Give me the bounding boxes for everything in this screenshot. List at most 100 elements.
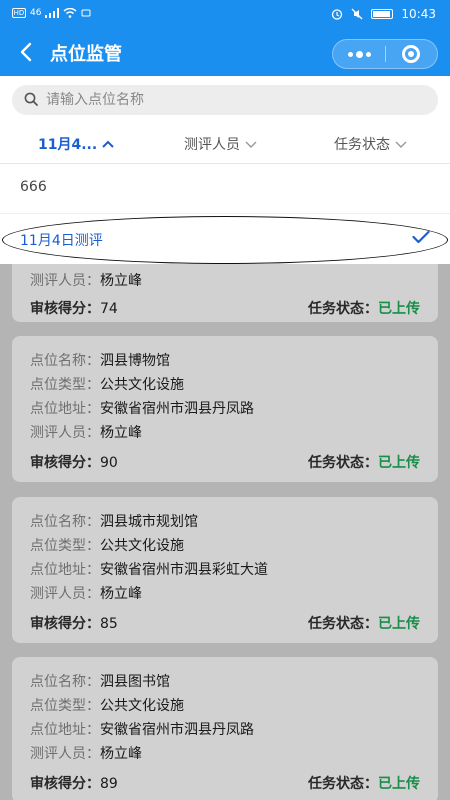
record-list: 测评人员：杨立峰 审核得分：74 任务状态：已上传 点位名称：泗县博物馆 点位类… <box>0 264 450 800</box>
name-value: 泗县城市规划馆 <box>100 514 198 530</box>
name-value: 泗县博物馆 <box>100 353 170 369</box>
person-label: 测评人员： <box>30 586 100 602</box>
address-value: 安徽省宿州市泗县彩虹大道 <box>100 562 268 578</box>
task-status-label: 任务状态： <box>308 616 378 632</box>
type-value: 公共文化设施 <box>100 538 184 554</box>
person-label: 测评人员： <box>30 425 100 441</box>
person-value: 杨立峰 <box>100 425 142 441</box>
search-bar <box>12 85 438 115</box>
record-card[interactable]: 测评人员：杨立峰 审核得分：74 任务状态：已上传 <box>12 264 438 322</box>
task-status-row: 任务状态：已上传 <box>308 452 420 472</box>
dot-icon <box>347 51 353 57</box>
dropdown-option[interactable]: 666 <box>0 164 450 214</box>
app-header: 点位监管 <box>0 30 450 76</box>
back-icon[interactable] <box>14 39 38 65</box>
score-label: 审核得分： <box>30 616 100 632</box>
type-row: 点位类型：公共文化设施 <box>30 695 184 715</box>
address-row: 点位地址：安徽省宿州市泗县丹凤路 <box>30 398 254 418</box>
type-row: 点位类型：公共文化设施 <box>30 374 184 394</box>
score-row: 审核得分：74 <box>30 298 118 318</box>
mute-icon <box>351 8 363 20</box>
name-label: 点位名称： <box>30 674 100 690</box>
name-label: 点位名称： <box>30 353 100 369</box>
filter-bar: 11月4... 测评人员 任务状态 <box>0 124 450 164</box>
filter-person[interactable]: 测评人员 <box>184 134 258 154</box>
address-row: 点位地址：安徽省宿州市泗县丹凤路 <box>30 719 254 739</box>
dropdown-option-selected[interactable]: 11月4日测评 <box>0 214 450 264</box>
task-status-badge: 已上传 <box>378 616 420 632</box>
task-status-row: 任务状态：已上传 <box>308 298 420 318</box>
score-value: 89 <box>100 776 118 792</box>
type-label: 点位类型： <box>30 698 100 714</box>
page-title: 点位监管 <box>50 44 122 65</box>
filter-status[interactable]: 任务状态 <box>334 134 408 154</box>
score-label: 审核得分： <box>30 776 100 792</box>
type-label: 点位类型： <box>30 377 100 393</box>
dot-icon <box>355 50 363 58</box>
dot-icon <box>365 51 371 57</box>
dropdown-option-label: 11月4日测评 <box>20 233 103 249</box>
score-value: 74 <box>100 301 118 317</box>
task-status-row: 任务状态：已上传 <box>308 773 420 793</box>
name-row: 点位名称：泗县图书馆 <box>30 671 170 691</box>
task-status-label: 任务状态： <box>308 301 378 317</box>
record-card[interactable]: 点位名称：泗县城市规划馆 点位类型：公共文化设施 点位地址：安徽省宿州市泗县彩虹… <box>12 497 438 643</box>
status-right: 10:43 <box>331 7 436 21</box>
status-left: HD 46 <box>12 8 91 18</box>
task-status-label: 任务状态： <box>308 455 378 471</box>
task-status-badge: 已上传 <box>378 455 420 471</box>
more-options-button[interactable] <box>333 40 385 68</box>
person-row: 测评人员：杨立峰 <box>30 583 142 603</box>
score-row: 审核得分：85 <box>30 613 118 633</box>
chevron-up-icon <box>102 140 114 148</box>
score-label: 审核得分： <box>30 301 100 317</box>
filter-date[interactable]: 11月4... <box>38 134 115 154</box>
hd-icon: HD <box>12 8 26 18</box>
chevron-down-icon <box>395 141 407 148</box>
date-dropdown: 666 11月4日测评 <box>0 164 450 264</box>
task-status-badge: 已上传 <box>378 776 420 792</box>
person-value: 杨立峰 <box>100 586 142 602</box>
person-value: 杨立峰 <box>100 273 142 289</box>
score-row: 审核得分：90 <box>30 452 118 472</box>
person-value: 杨立峰 <box>100 746 142 762</box>
target-icon <box>402 45 421 63</box>
record-card[interactable]: 点位名称：泗县图书馆 点位类型：公共文化设施 点位地址：安徽省宿州市泗县丹凤路 … <box>12 657 438 800</box>
score-row: 审核得分：89 <box>30 773 118 793</box>
address-label: 点位地址： <box>30 562 100 578</box>
person-row: 测评人员：杨立峰 <box>30 422 142 442</box>
check-icon <box>412 230 430 244</box>
name-row: 点位名称：泗县城市规划馆 <box>30 511 198 531</box>
person-label: 测评人员： <box>30 746 100 762</box>
signal-icon <box>45 8 60 18</box>
record-card[interactable]: 点位名称：泗县博物馆 点位类型：公共文化设施 点位地址：安徽省宿州市泗县丹凤路 … <box>12 336 438 482</box>
battery-icon <box>371 9 394 19</box>
person-row: 测评人员：杨立峰 <box>30 270 142 290</box>
address-label: 点位地址： <box>30 401 100 417</box>
close-miniprogram-button[interactable] <box>386 40 437 68</box>
person-label: 测评人员： <box>30 273 100 289</box>
address-label: 点位地址： <box>30 722 100 738</box>
name-row: 点位名称：泗县博物馆 <box>30 350 170 370</box>
task-status-badge: 已上传 <box>378 301 420 317</box>
search-icon <box>24 92 38 106</box>
type-row: 点位类型：公共文化设施 <box>30 535 184 555</box>
alarm-icon <box>332 9 343 20</box>
score-value: 85 <box>100 616 118 632</box>
type-value: 公共文化设施 <box>100 377 184 393</box>
bluetooth-icon <box>81 9 91 17</box>
type-label: 点位类型： <box>30 538 100 554</box>
search-input[interactable] <box>46 85 426 115</box>
chevron-down-icon <box>245 141 257 148</box>
status-bar: HD 46 10:43 <box>0 0 450 30</box>
filter-date-label: 11月4... <box>38 137 98 153</box>
address-value: 安徽省宿州市泗县丹凤路 <box>100 401 254 417</box>
network-label: 46 <box>30 8 42 18</box>
wifi-icon <box>63 8 77 18</box>
type-value: 公共文化设施 <box>100 698 184 714</box>
task-status-row: 任务状态：已上传 <box>308 613 420 633</box>
address-value: 安徽省宿州市泗县丹凤路 <box>100 722 254 738</box>
name-label: 点位名称： <box>30 514 100 530</box>
name-value: 泗县图书馆 <box>100 674 170 690</box>
address-row: 点位地址：安徽省宿州市泗县彩虹大道 <box>30 559 268 579</box>
